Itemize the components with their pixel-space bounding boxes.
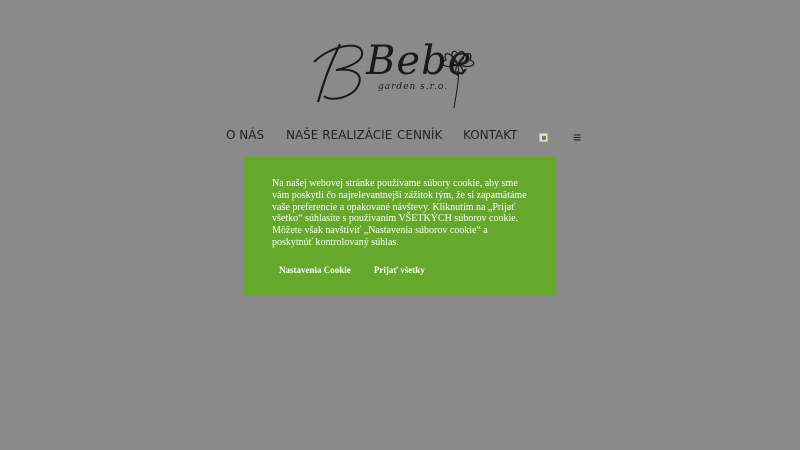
logo-tagline: garden s.r.o.	[378, 82, 448, 92]
logo[interactable]: Bebe garden s.r.o.	[310, 36, 490, 110]
cookie-consent-text: Na našej webovej stránke používame súbor…	[272, 178, 527, 248]
accept-all-button[interactable]: Prijať všetky	[374, 265, 425, 275]
nav-item-nase-realizacie[interactable]: NAŠE REALIZÁCIE	[286, 128, 392, 142]
main-nav: O NÁS NAŠE REALIZÁCIE CENNÍK KONTAKT	[0, 128, 800, 146]
nav-item-o-nas[interactable]: O NÁS	[226, 128, 264, 142]
page: Bebe garden s.r.o. O NÁS NAŠE REALIZÁCIE…	[0, 0, 800, 450]
language-flag-icon[interactable]	[539, 133, 548, 142]
cookie-consent-banner: Na našej webovej stránke používame súbor…	[244, 157, 556, 296]
hamburger-menu-icon[interactable]: ≡	[573, 130, 581, 144]
cookie-buttons: Nastavenia Cookie Prijať všetky	[279, 258, 443, 277]
nav-item-kontakt[interactable]: KONTAKT	[463, 128, 518, 142]
nav-item-cennik[interactable]: CENNÍK	[397, 128, 442, 142]
logo-name: Bebe	[366, 38, 473, 84]
cookie-settings-button[interactable]: Nastavenia Cookie	[279, 265, 351, 275]
